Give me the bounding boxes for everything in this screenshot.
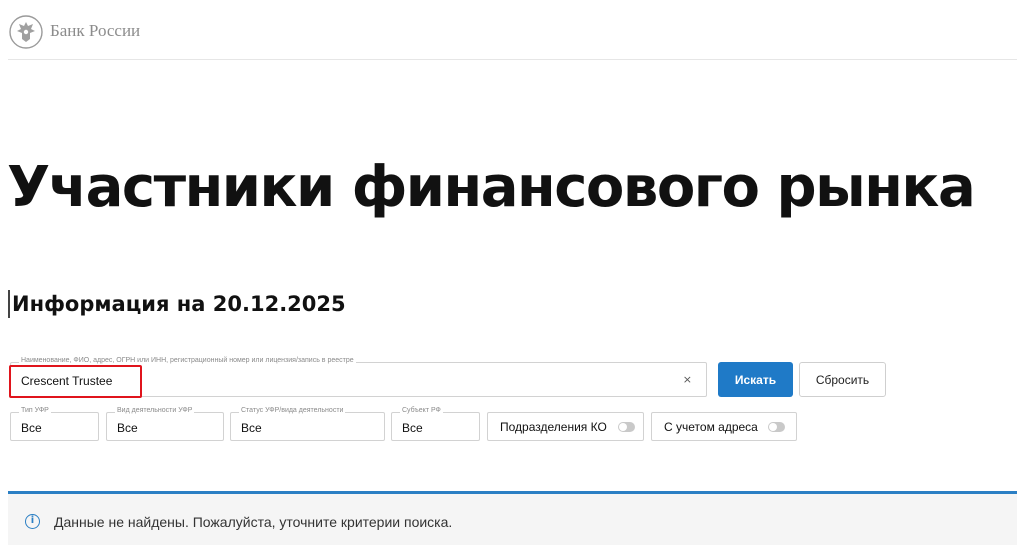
filter-value: Все [117, 421, 138, 435]
search-input[interactable]: Наименование, ФИО, адрес, ОГРН или ИНН, … [10, 357, 707, 397]
toggle-label: С учетом адреса [664, 420, 758, 434]
filter-label: Субъект РФ [400, 407, 443, 414]
logo-text[interactable]: Банк России [50, 21, 140, 41]
filter-activity-type[interactable]: Вид деятельности УФР Все [106, 407, 224, 441]
info-date-title: Информация на 20.12.2025 [12, 292, 346, 316]
page: Банк России Участники финансового рынка … [0, 0, 1017, 545]
clear-icon[interactable]: × [683, 373, 692, 386]
toggle-switch[interactable] [768, 422, 785, 432]
page-title: Участники финансового рынка [7, 155, 976, 220]
filter-ufr-type[interactable]: Тип УФР Все [10, 407, 99, 441]
toggle-ko-divisions[interactable]: Подразделения КО [487, 412, 644, 441]
filter-status[interactable]: Статус УФР/вида деятельности Все [230, 407, 385, 441]
filter-value: Все [402, 421, 423, 435]
text-cursor [8, 290, 10, 318]
toggle-switch[interactable] [618, 422, 635, 432]
eagle-emblem-icon[interactable] [8, 14, 44, 50]
search-button[interactable]: Искать [718, 362, 793, 397]
notice-text: Данные не найдены. Пожалуйста, уточните … [54, 514, 453, 530]
search-input-label: Наименование, ФИО, адрес, ОГРН или ИНН, … [19, 357, 356, 364]
filter-label: Статус УФР/вида деятельности [239, 407, 346, 414]
search-input-value[interactable]: Crescent Trustee [21, 374, 112, 388]
filter-region[interactable]: Субъект РФ Все [391, 407, 480, 441]
filter-label: Тип УФР [19, 407, 51, 414]
toggle-with-address[interactable]: С учетом адреса [651, 412, 797, 441]
site-header: Банк России [8, 12, 1017, 60]
toggle-label: Подразделения КО [500, 420, 607, 434]
info-icon: i [25, 514, 40, 529]
filter-label: Вид деятельности УФР [115, 407, 195, 414]
filter-value: Все [241, 421, 262, 435]
reset-button[interactable]: Сбросить [799, 362, 886, 397]
no-results-notice: i Данные не найдены. Пожалуйста, уточнит… [8, 491, 1017, 545]
filter-value: Все [21, 421, 42, 435]
